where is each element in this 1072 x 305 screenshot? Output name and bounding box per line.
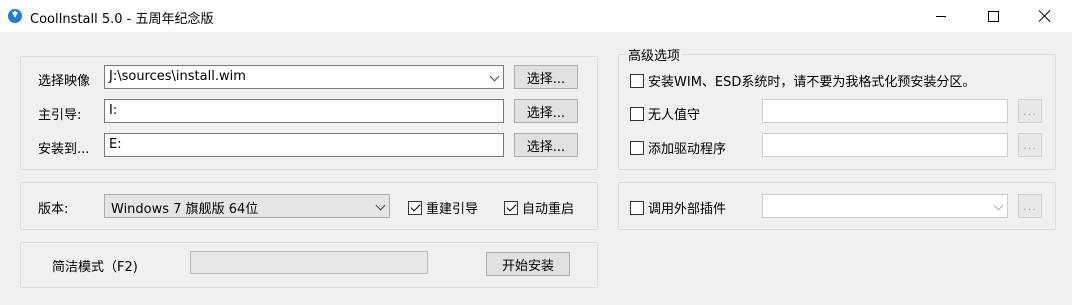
version-selected: Windows 7 旗舰版 64位 [111,202,259,217]
window-title: CoolInstall 5.0 - 五周年纪念版 [30,12,214,27]
maximize-button[interactable] [970,0,1016,32]
start-install-button[interactable]: 开始安装 [486,252,570,276]
checkbox-icon[interactable] [408,200,422,215]
unattended-browse-button[interactable]: ... [1018,99,1042,123]
image-label: 选择映像 [38,74,91,89]
unattended-checkbox[interactable]: 无人值守 [630,104,700,123]
boot-drive-value: I: [109,103,118,118]
chevron-down-icon[interactable] [375,200,386,211]
checkbox-icon[interactable] [630,73,644,88]
external-plugin-label: 调用外部插件 [648,202,727,217]
driver-browse-button[interactable]: ... [1018,133,1042,157]
plugin-select[interactable] [762,194,1008,218]
title-bar: CoolInstall 5.0 - 五周年纪念版 [0,0,1072,32]
rebuild-boot-checkbox[interactable]: 重建引导 [408,198,478,217]
close-icon [1039,10,1051,22]
minimize-icon [936,15,946,17]
auto-restart-checkbox[interactable]: 自动重启 [504,198,574,217]
download-icon [8,9,22,23]
install-to-label: 安装到... [38,142,90,157]
advanced-options-title: 高级选项 [626,45,683,64]
unattended-label: 无人值守 [648,108,701,123]
boot-label: 主引导: [38,108,82,123]
chevron-down-icon[interactable] [489,71,500,82]
add-driver-label: 添加驱动程序 [648,142,727,157]
install-drive-input[interactable]: E: [104,133,504,157]
checkbox-icon[interactable] [630,140,644,155]
version-label: 版本: [38,202,69,217]
select-boot-button[interactable]: 选择... [514,99,578,123]
rebuild-boot-label: 重建引导 [426,202,479,217]
image-path-value: J:\sources\install.wim [109,69,246,84]
checkbox-icon[interactable] [630,106,644,121]
install-drive-value: E: [109,137,122,152]
checkbox-icon[interactable] [504,200,518,215]
no-format-label: 安装WIM、ESD系统时，请不要为我格式化预安装分区。 [648,75,976,90]
boot-drive-input[interactable]: I: [104,99,504,123]
image-path-combo[interactable]: J:\sources\install.wim [104,65,504,89]
select-image-button[interactable]: 选择... [514,65,578,89]
external-plugin-checkbox[interactable]: 调用外部插件 [630,198,726,217]
no-format-checkbox[interactable]: 安装WIM、ESD系统时，请不要为我格式化预安装分区。 [630,71,975,90]
select-install-button[interactable]: 选择... [514,133,578,157]
chevron-down-icon[interactable] [993,200,1004,211]
simple-mode-label: 简洁模式（F2) [52,260,138,275]
plugin-browse-button[interactable]: ... [1018,194,1042,218]
close-button[interactable] [1022,0,1068,32]
version-select[interactable]: Windows 7 旗舰版 64位 [104,194,390,218]
checkbox-icon[interactable] [630,200,644,215]
minimize-button[interactable] [918,0,964,32]
install-progress-bar [190,251,428,274]
driver-path-input[interactable] [762,133,1008,157]
auto-restart-label: 自动重启 [522,202,575,217]
add-driver-checkbox[interactable]: 添加驱动程序 [630,138,726,157]
maximize-icon [987,10,999,22]
unattended-path-input[interactable] [762,99,1008,123]
